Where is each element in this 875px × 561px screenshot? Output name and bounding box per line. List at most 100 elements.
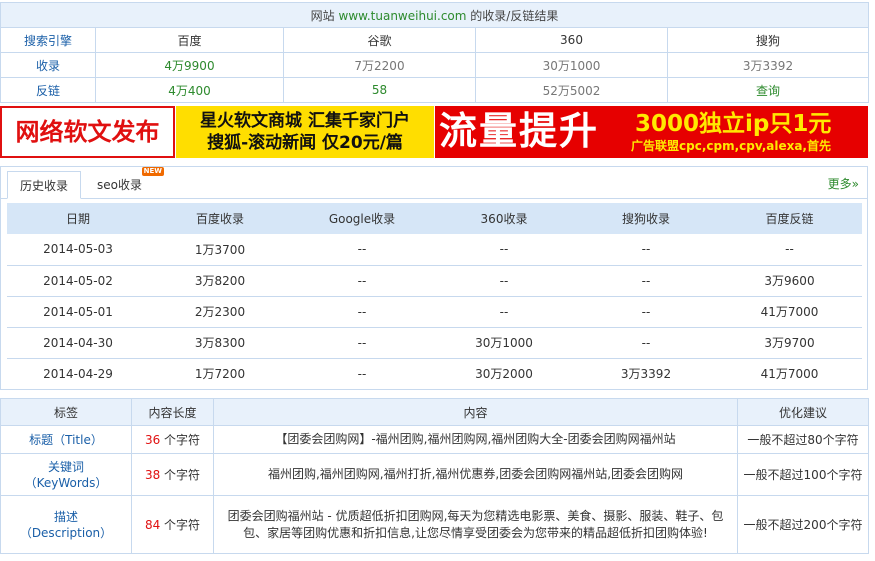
history-tabs: 历史收录 seo收录 NEW 更多» xyxy=(1,167,867,199)
label-text: 描述 xyxy=(53,509,78,524)
indexed-360: 30万1000 xyxy=(475,52,668,78)
ad2-line2: 搜狐-滚动新闻 仅20元/篇 xyxy=(207,133,403,153)
cell-google: -- xyxy=(291,327,433,359)
cell-backlinks: 3万9600 xyxy=(717,265,862,297)
cell-date: 2014-05-03 xyxy=(7,234,149,266)
length-value: 36 xyxy=(144,433,161,447)
col-tag: 标签 xyxy=(0,398,132,426)
seo-length: 38 个字符 xyxy=(131,453,214,496)
seo-content: 福州团购,福州团购网,福州打折,福州优惠券,团委会团购网福州站,团委会团购网 xyxy=(213,453,738,496)
seo-content: 【团委会团购网】-福州团购,福州团购网,福州团购大全-团委会团购网福州站 xyxy=(213,425,738,454)
backlinks-sogou-query-link[interactable]: 查询 xyxy=(667,77,869,103)
cell-360: 30万1000 xyxy=(433,327,575,359)
cell-baidu: 3万8200 xyxy=(149,265,291,297)
col-360-index: 360收录 xyxy=(433,203,575,234)
length-value: 38 xyxy=(144,468,161,482)
row-label-backlinks: 反链 xyxy=(0,77,96,103)
cell-360: -- xyxy=(433,296,575,328)
more-link[interactable]: 更多» xyxy=(828,175,859,192)
cell-sogou: -- xyxy=(575,327,717,359)
cell-360: 30万2000 xyxy=(433,358,575,390)
ad-xinghuo-mall[interactable]: 星火软文商城 汇集千家门户 搜狐-滚动新闻 仅20元/篇 xyxy=(176,106,434,158)
header-engine: 搜索引擎 xyxy=(0,27,96,53)
row-label-indexed: 收录 xyxy=(0,52,96,78)
cell-backlinks: 41万7000 xyxy=(717,358,862,390)
table-row: 2014-05-03 1万3700 -- -- -- -- xyxy=(7,234,862,266)
table-row: 关键词 （KeyWords） 38 个字符 福州团购,福州团购网,福州打折,福州… xyxy=(0,453,869,496)
header-baidu: 百度 xyxy=(95,27,284,53)
header-google: 谷歌 xyxy=(283,27,476,53)
label-text: 关键词 xyxy=(47,459,84,474)
cell-sogou: -- xyxy=(575,234,717,266)
col-baidu-backlinks: 百度反链 xyxy=(717,203,862,234)
col-content: 内容 xyxy=(213,398,738,426)
title-prefix: 网站 xyxy=(310,8,335,23)
cell-backlinks: 3万9700 xyxy=(717,327,862,359)
cell-baidu: 3万8300 xyxy=(149,327,291,359)
length-unit: 个字符 xyxy=(164,518,201,532)
ad-traffic-boost[interactable]: 流量提升 3000独立ip只1元 广告联盟cpc,cpm,cpv,alexa,首… xyxy=(435,106,868,158)
backlinks-baidu-link[interactable]: 4万400 xyxy=(95,77,284,103)
summary-table: 网站 www.tuanweihui.com 的收录/反链结果 搜索引擎 百度 谷… xyxy=(0,2,869,103)
seo-label-keywords: 关键词 （KeyWords） xyxy=(0,453,132,496)
cell-baidu: 1万7200 xyxy=(149,358,291,390)
cell-360: -- xyxy=(433,234,575,266)
history-header-row: 日期 百度收录 Google收录 360收录 搜狗收录 百度反链 xyxy=(7,203,862,234)
seo-label-description: 描述 （Description） xyxy=(0,495,132,554)
indexed-baidu-link[interactable]: 4万9900 xyxy=(95,52,284,78)
cell-date: 2014-04-30 xyxy=(7,327,149,359)
history-panel: 历史收录 seo收录 NEW 更多» 日期 百度收录 Google收录 360收… xyxy=(0,166,868,390)
header-360: 360 xyxy=(475,27,668,53)
tab-seo-index[interactable]: seo收录 NEW xyxy=(85,167,164,199)
seo-label-title: 标题（Title） xyxy=(0,425,132,454)
seo-length: 84 个字符 xyxy=(131,495,214,554)
history-table: 日期 百度收录 Google收录 360收录 搜狗收录 百度反链 2014-05… xyxy=(7,203,862,390)
new-badge: NEW xyxy=(141,167,164,176)
length-unit: 个字符 xyxy=(164,433,201,447)
col-advice: 优化建议 xyxy=(737,398,869,426)
cell-360: -- xyxy=(433,265,575,297)
col-length: 内容长度 xyxy=(131,398,214,426)
indexed-sogou: 3万3392 xyxy=(667,52,869,78)
cell-baidu: 2万2300 xyxy=(149,296,291,328)
cell-google: -- xyxy=(291,296,433,328)
label-text: 标题（Title） xyxy=(29,432,103,447)
table-row: 2014-05-02 3万8200 -- -- -- 3万9600 xyxy=(7,265,862,297)
table-row: 2014-04-30 3万8300 -- 30万1000 -- 3万9700 xyxy=(7,327,862,359)
ad3-headline: 流量提升 xyxy=(439,109,600,153)
label-subtext: （KeyWords） xyxy=(24,475,108,490)
ad-soft-article[interactable]: 网络软文发布 xyxy=(0,106,175,158)
length-unit: 个字符 xyxy=(164,468,201,482)
tab-seo-label: seo收录 xyxy=(97,178,142,192)
cell-date: 2014-04-29 xyxy=(7,358,149,390)
seo-advice: 一般不超过100个字符 xyxy=(737,453,869,496)
label-subtext: （Description） xyxy=(19,525,113,540)
col-sogou-index: 搜狗收录 xyxy=(575,203,717,234)
cell-backlinks: -- xyxy=(717,234,862,266)
cell-sogou: -- xyxy=(575,296,717,328)
ad3-offer: 3000独立ip只1元 xyxy=(635,111,832,137)
table-row: 2014-04-29 1万7200 -- 30万2000 3万3392 41万7… xyxy=(7,358,862,390)
cell-baidu: 1万3700 xyxy=(149,234,291,266)
backlinks-google-link[interactable]: 58 xyxy=(283,77,476,103)
cell-google: -- xyxy=(291,234,433,266)
seo-meta-table: 标签 内容长度 内容 优化建议 标题（Title） 36 个字符 【团委会团购网… xyxy=(0,398,869,554)
ad3-subline: 广告联盟cpc,cpm,cpv,alexa,首先 xyxy=(631,139,831,153)
indexed-google: 7万2200 xyxy=(283,52,476,78)
title-suffix: 的收录/反链结果 xyxy=(470,8,559,23)
cell-google: -- xyxy=(291,265,433,297)
table-row: 2014-05-01 2万2300 -- -- -- 41万7000 xyxy=(7,296,862,328)
table-row: 描述 （Description） 84 个字符 团委会团购福州站 - 优质超低折… xyxy=(0,495,869,554)
cell-date: 2014-05-02 xyxy=(7,265,149,297)
site-domain-link[interactable]: www.tuanweihui.com xyxy=(339,9,467,23)
cell-google: -- xyxy=(291,358,433,390)
col-google-index: Google收录 xyxy=(291,203,433,234)
ad-banner-row: 网络软文发布 星火软文商城 汇集千家门户 搜狐-滚动新闻 仅20元/篇 流量提升… xyxy=(0,106,868,158)
cell-backlinks: 41万7000 xyxy=(717,296,862,328)
cell-date: 2014-05-01 xyxy=(7,296,149,328)
tab-history-index[interactable]: 历史收录 xyxy=(7,171,82,199)
seo-advice: 一般不超过80个字符 xyxy=(737,425,869,454)
cell-sogou: 3万3392 xyxy=(575,358,717,390)
cell-sogou: -- xyxy=(575,265,717,297)
table-row: 标题（Title） 36 个字符 【团委会团购网】-福州团购,福州团购网,福州团… xyxy=(0,425,869,454)
